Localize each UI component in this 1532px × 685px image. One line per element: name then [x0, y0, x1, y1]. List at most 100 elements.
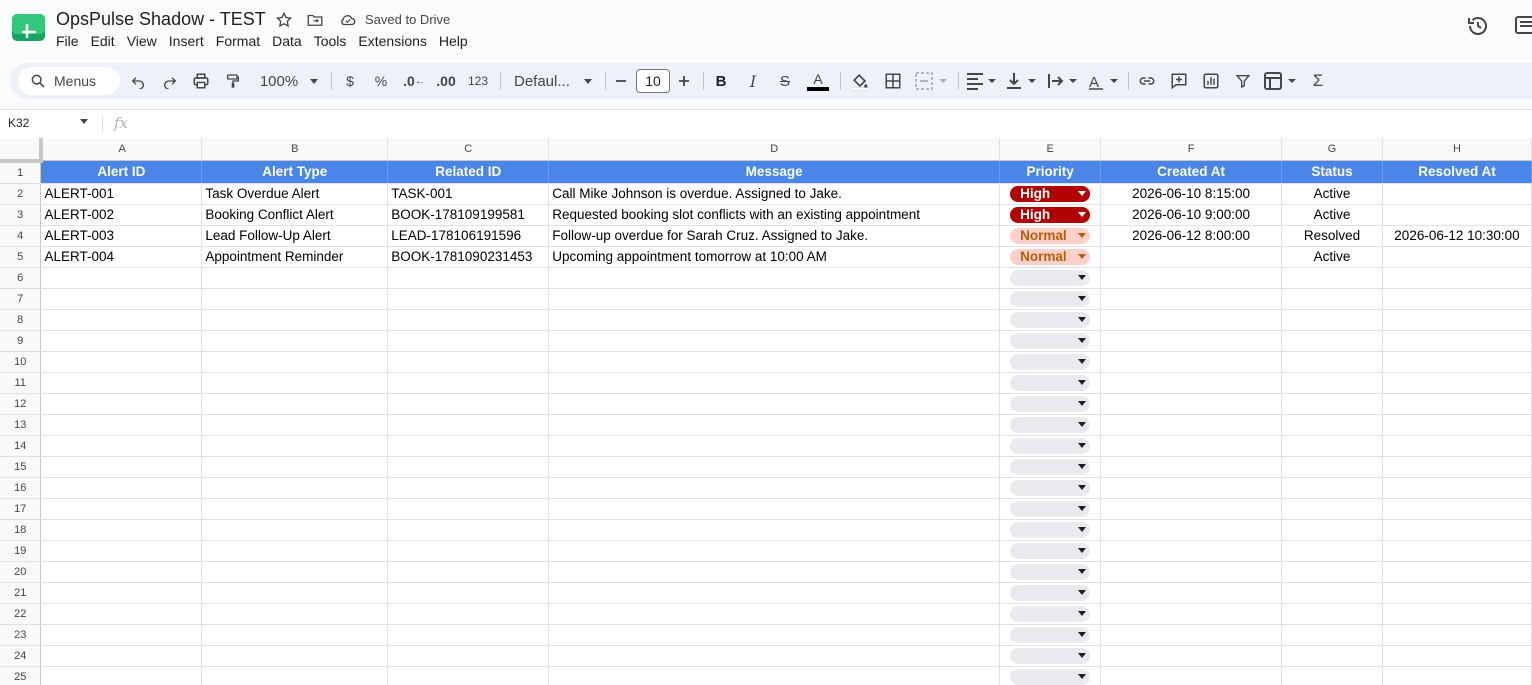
row-header[interactable]: 1: [0, 160, 42, 184]
horizontal-align-icon[interactable]: [965, 63, 999, 99]
cell-alert-id[interactable]: [40, 288, 203, 310]
cell-alert-id[interactable]: [40, 351, 203, 373]
cell-alert-type[interactable]: [201, 330, 389, 352]
cell-status[interactable]: [1281, 624, 1383, 646]
header-cell[interactable]: Status: [1281, 160, 1383, 184]
column-header-a[interactable]: A: [40, 138, 203, 161]
header-cell[interactable]: Resolved At: [1382, 160, 1532, 184]
priority-dropdown-chip[interactable]: High: [1010, 185, 1091, 202]
cell-message[interactable]: [548, 372, 1001, 394]
cell-created-at[interactable]: [1100, 561, 1283, 583]
cell-message[interactable]: [548, 582, 1001, 604]
cell-related-id[interactable]: [387, 330, 550, 352]
cell-status[interactable]: [1281, 456, 1383, 478]
cell-priority[interactable]: [999, 498, 1102, 520]
row-header[interactable]: 17: [0, 498, 42, 520]
cell-resolved-at[interactable]: [1382, 498, 1532, 520]
cell-related-id[interactable]: [387, 414, 550, 436]
cell-message[interactable]: [548, 414, 1001, 436]
sheets-logo-icon[interactable]: [12, 14, 45, 41]
row-header[interactable]: 6: [0, 267, 42, 289]
cell-resolved-at[interactable]: [1382, 645, 1532, 667]
cell-alert-id[interactable]: [40, 624, 203, 646]
cell-related-id[interactable]: [387, 456, 550, 478]
row-header[interactable]: 18: [0, 519, 42, 541]
priority-dropdown-chip[interactable]: Normal: [1010, 248, 1091, 265]
row-header[interactable]: 15: [0, 456, 42, 478]
priority-dropdown-chip[interactable]: [1010, 521, 1091, 538]
cell-created-at[interactable]: [1100, 435, 1283, 457]
cell-message[interactable]: [548, 561, 1001, 583]
italic-icon[interactable]: I: [743, 63, 763, 99]
cell-alert-type[interactable]: [201, 309, 389, 331]
cell-message[interactable]: [548, 540, 1001, 562]
paint-format-icon[interactable]: [223, 63, 243, 99]
chevron-down-icon[interactable]: [80, 119, 88, 124]
cell-alert-id[interactable]: ALERT-001: [40, 183, 203, 205]
row-header[interactable]: 2: [0, 183, 42, 205]
cell-message[interactable]: [548, 666, 1001, 685]
priority-dropdown-chip[interactable]: High: [1010, 206, 1091, 223]
cell-priority[interactable]: [999, 372, 1102, 394]
cell-message[interactable]: [548, 435, 1001, 457]
menu-help[interactable]: Help: [433, 33, 474, 49]
cell-alert-type[interactable]: [201, 393, 389, 415]
cell-status[interactable]: [1281, 372, 1383, 394]
cell-priority[interactable]: [999, 351, 1102, 373]
cell-message[interactable]: [548, 603, 1001, 625]
priority-dropdown-chip[interactable]: [1010, 269, 1091, 286]
cell-created-at[interactable]: [1100, 414, 1283, 436]
cell-priority[interactable]: [999, 477, 1102, 499]
menu-insert[interactable]: Insert: [163, 33, 210, 49]
cell-related-id[interactable]: BOOK-1781090231453: [387, 246, 550, 268]
row-header[interactable]: 20: [0, 561, 42, 583]
priority-dropdown-chip[interactable]: [1010, 542, 1091, 559]
menu-edit[interactable]: Edit: [85, 33, 121, 49]
strikethrough-icon[interactable]: S: [775, 63, 795, 99]
row-header[interactable]: 16: [0, 477, 42, 499]
priority-dropdown-chip[interactable]: [1010, 647, 1091, 664]
priority-dropdown-chip[interactable]: [1010, 584, 1091, 601]
priority-dropdown-chip[interactable]: [1010, 374, 1091, 391]
cell-alert-type[interactable]: [201, 561, 389, 583]
cell-created-at[interactable]: [1100, 645, 1283, 667]
cell-resolved-at[interactable]: [1382, 351, 1532, 373]
row-header[interactable]: 3: [0, 204, 42, 226]
cell-related-id[interactable]: LEAD-178106191596: [387, 225, 550, 247]
cell-status[interactable]: [1281, 498, 1383, 520]
row-header[interactable]: 13: [0, 414, 42, 436]
cell-alert-type[interactable]: Appointment Reminder: [201, 246, 389, 268]
cell-created-at[interactable]: [1100, 498, 1283, 520]
more-formats-button[interactable]: 123: [466, 63, 490, 99]
priority-dropdown-chip[interactable]: [1010, 290, 1091, 307]
cell-priority[interactable]: [999, 456, 1102, 478]
cell-resolved-at[interactable]: [1382, 288, 1532, 310]
cell-resolved-at[interactable]: [1382, 435, 1532, 457]
cell-related-id[interactable]: [387, 624, 550, 646]
filter-views-icon[interactable]: [1263, 63, 1299, 99]
cell-priority[interactable]: [999, 309, 1102, 331]
cell-priority[interactable]: [999, 414, 1102, 436]
cell-created-at[interactable]: [1100, 372, 1283, 394]
cell-created-at[interactable]: [1100, 393, 1283, 415]
text-wrapping-icon[interactable]: [1046, 63, 1080, 99]
cell-alert-type[interactable]: [201, 267, 389, 289]
search-menus[interactable]: Menus: [18, 67, 120, 95]
cell-priority[interactable]: [999, 267, 1102, 289]
currency-format-button[interactable]: $: [340, 63, 360, 99]
column-header-f[interactable]: F: [1100, 138, 1283, 161]
insert-link-icon[interactable]: [1137, 63, 1157, 99]
font-size-increase-icon[interactable]: [675, 63, 693, 99]
cell-resolved-at[interactable]: [1382, 414, 1532, 436]
row-header[interactable]: 8: [0, 309, 42, 331]
cell-resolved-at[interactable]: [1382, 372, 1532, 394]
cell-priority[interactable]: [999, 393, 1102, 415]
row-header[interactable]: 5: [0, 246, 42, 268]
cell-resolved-at[interactable]: [1382, 183, 1532, 205]
cell-alert-type[interactable]: [201, 666, 389, 685]
cell-priority[interactable]: Normal: [999, 225, 1102, 247]
cell-priority[interactable]: [999, 666, 1102, 685]
row-header[interactable]: 10: [0, 351, 42, 373]
cell-related-id[interactable]: [387, 393, 550, 415]
insert-comment-icon[interactable]: [1169, 63, 1189, 99]
